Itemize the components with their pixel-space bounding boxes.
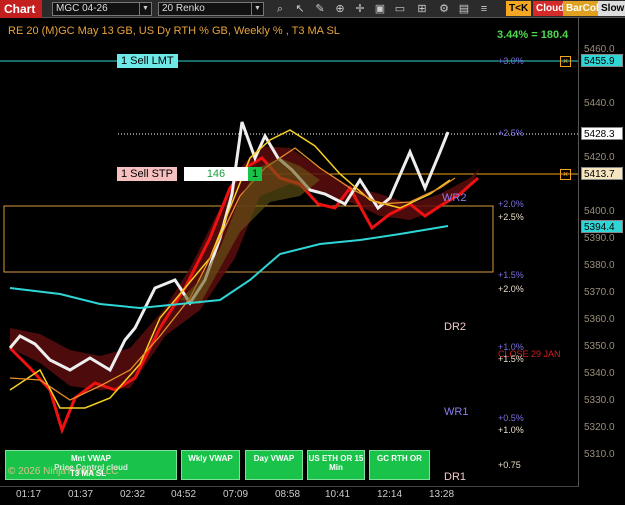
sell-stop-order-label[interactable]: 1 Sell STP (117, 167, 177, 181)
pct-level: +0.75 (498, 460, 521, 470)
price-tick: 5340.0 (584, 368, 615, 379)
dr1-label: DR1 (444, 471, 467, 483)
price-tick: 5440.0 (584, 98, 615, 109)
pct-level: +2.0% (498, 199, 524, 209)
list-icon[interactable]: ≡ (476, 2, 492, 16)
time-tick: 07:09 (223, 489, 249, 500)
cancel-sell-limit-icon[interactable]: × (560, 56, 571, 67)
crosshair-icon[interactable]: ✛ (352, 2, 368, 16)
tk-button[interactable]: T<K (506, 1, 532, 16)
pct-level: +2.5% (498, 128, 524, 138)
chevron-down-icon: ▼ (251, 3, 263, 15)
chevron-down-icon: ▼ (139, 3, 151, 15)
price-tick: 5370.0 (584, 287, 615, 298)
price-axis[interactable] (578, 18, 625, 487)
pct-level: +2.0% (498, 284, 524, 294)
time-tick: 01:17 (16, 489, 42, 500)
price-chart[interactable] (0, 18, 578, 487)
price-tick: 5400.0 (584, 206, 615, 217)
stop-qty-readout: 1 (248, 167, 263, 181)
time-tick: 04:52 (171, 489, 197, 500)
folder-icon[interactable]: ▭ (392, 2, 408, 16)
slowm-button[interactable]: SlowM (598, 1, 625, 16)
time-tick: 10:41 (325, 489, 351, 500)
zoom-in-icon[interactable]: ⊕ (332, 2, 348, 16)
pointer-icon[interactable]: ↖ (292, 2, 308, 16)
us-eth-or-button[interactable]: US ETH OR 15 Min (307, 450, 365, 480)
pct-level: +1.5% (498, 270, 524, 280)
stop-ticks-readout: 146 (184, 167, 248, 181)
mnt-vwap-label: Mnt VWAP (71, 454, 111, 463)
price-tick: 5360.0 (584, 314, 615, 325)
gc-rth-or-button[interactable]: GC RTH OR (369, 450, 430, 480)
chart-tab[interactable]: Chart (0, 0, 42, 18)
instrument-value: MGC 04-26 (56, 3, 108, 14)
sell-limit-order-label[interactable]: 1 Sell LMT (117, 54, 178, 68)
pct-level: +0.5% (498, 413, 524, 423)
time-tick: 12:14 (377, 489, 403, 500)
current-price-label: 5428.3 (581, 127, 623, 140)
time-tick: 13:28 (429, 489, 455, 500)
price-tick: 5320.0 (584, 422, 615, 433)
pct-level: +3.0% (498, 56, 524, 66)
price-tick: 5330.0 (584, 395, 615, 406)
ma-price-label: 5394.4 (581, 220, 623, 233)
pencil-icon[interactable]: ✎ (312, 2, 328, 16)
period-value: 20 Renko (162, 3, 205, 14)
cancel-sell-stop-icon[interactable]: × (560, 169, 571, 180)
table-icon[interactable]: ▤ (456, 2, 472, 16)
price-tick: 5310.0 (584, 449, 615, 460)
time-tick: 01:37 (68, 489, 94, 500)
dr2-label: DR2 (444, 321, 467, 333)
tile-icon[interactable]: ▣ (372, 2, 388, 16)
pct-level: +2.5% (498, 212, 524, 222)
search-icon[interactable]: ⌕ (272, 2, 288, 16)
wr1-label: WR1 (444, 406, 469, 418)
sell-stop-price-label: 5413.7 (581, 167, 623, 180)
price-tick: 5350.0 (584, 341, 615, 352)
settings-icon[interactable]: ⚙ (436, 2, 452, 16)
time-axis-line (0, 486, 578, 487)
instrument-selector[interactable]: MGC 04-26 ▼ (52, 2, 152, 16)
price-tick: 5380.0 (584, 260, 615, 271)
t3-ma-label: T3 MA SL (70, 469, 107, 478)
grid-icon[interactable]: ⊞ (414, 2, 430, 16)
wkly-vwap-button[interactable]: Wkly VWAP (181, 450, 240, 480)
time-tick: 02:32 (120, 489, 146, 500)
price-tick: 5390.0 (584, 233, 615, 244)
wr2-label: WR2 (442, 192, 467, 204)
pct-level: +1.0% (498, 425, 524, 435)
time-tick: 08:58 (275, 489, 301, 500)
barcol-button[interactable]: BarCol (563, 1, 602, 16)
price-tick: 5420.0 (584, 152, 615, 163)
chart-toolbar: Chart MGC 04-26 ▼ 20 Renko ▼ ⌕ ↖ ✎ ⊕ ✛ ▣… (0, 0, 625, 18)
day-vwap-button[interactable]: Day VWAP (245, 450, 303, 480)
sell-limit-price-label: 5455.9 (581, 54, 623, 67)
period-selector[interactable]: 20 Renko ▼ (158, 2, 264, 16)
pct-level: +1.5% (498, 354, 524, 364)
